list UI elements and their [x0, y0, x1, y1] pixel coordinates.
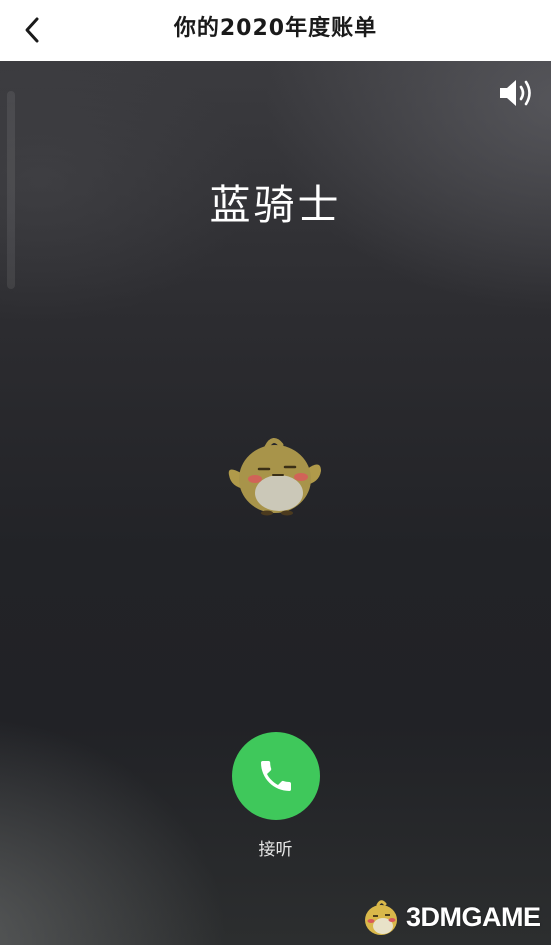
caller-avatar: [223, 431, 327, 519]
answer-button[interactable]: [232, 732, 320, 820]
phone-icon: [261, 761, 291, 791]
caller-name: 蓝骑士: [209, 181, 342, 229]
watermark-logo: 3DMGAME: [358, 892, 548, 942]
speaker-icon: [500, 80, 531, 106]
incoming-call-screen: 蓝骑士 接听: [0, 61, 551, 945]
page-title: 你的2020年度账单: [173, 16, 378, 41]
speaker-button[interactable]: [497, 77, 537, 109]
top-bar: 你的2020年度账单: [0, 0, 551, 61]
answer-label: 接听: [258, 840, 293, 860]
watermark-text: 3DMGAME: [406, 902, 541, 932]
